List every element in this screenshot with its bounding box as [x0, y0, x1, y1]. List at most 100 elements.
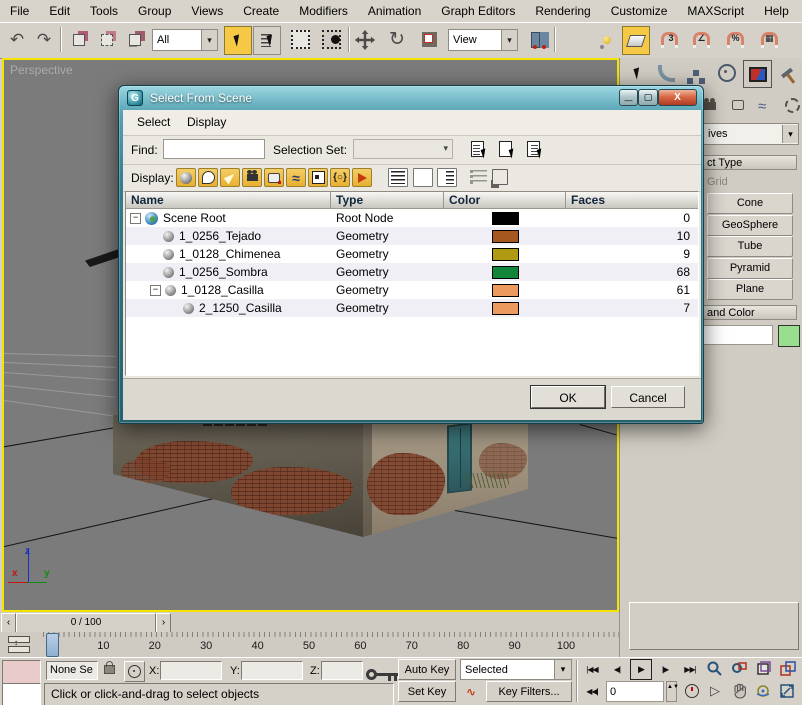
- object-type-rollout[interactable]: ct Type: [699, 155, 797, 170]
- y-coordinate-field[interactable]: [241, 661, 303, 680]
- house-model[interactable]: [113, 415, 528, 537]
- table-row[interactable]: −1_0128_CasillaGeometry61: [126, 281, 698, 299]
- menu-item-views[interactable]: Views: [181, 1, 233, 21]
- systems-category-icon[interactable]: [785, 98, 800, 116]
- window-crossing-toggle[interactable]: [318, 26, 344, 53]
- frame-spinner[interactable]: ▲▼: [666, 681, 677, 702]
- table-row[interactable]: 2_1250_CasillaGeometry7: [126, 299, 698, 317]
- undo-button[interactable]: ↶: [4, 26, 30, 53]
- create-geosphere-button[interactable]: GeoSphere: [707, 215, 793, 236]
- cancel-button[interactable]: Cancel: [611, 386, 685, 408]
- dialog-title-bar[interactable]: G Select From Scene — ▢ X: [119, 86, 703, 110]
- menu-item-customize[interactable]: Customize: [601, 1, 678, 21]
- zoom-extents-all-button[interactable]: [776, 659, 798, 679]
- tab-utilities[interactable]: [773, 60, 800, 86]
- column-header-name[interactable]: Name: [126, 192, 331, 208]
- time-slider-button[interactable]: 0 / 100: [16, 613, 156, 633]
- menu-item-rendering[interactable]: Rendering: [525, 1, 600, 21]
- trackbar-toggle-icon[interactable]: ↕: [8, 636, 30, 653]
- selection-filter-dropdown[interactable]: All ▾: [152, 29, 218, 51]
- hierarchy-view-icon[interactable]: [470, 170, 487, 184]
- snaps-toggle-button[interactable]: [622, 26, 650, 55]
- default-in-out-tangents-button[interactable]: ∿: [460, 681, 482, 702]
- tab-modify[interactable]: [653, 60, 680, 86]
- spacewarps-category-icon[interactable]: ≈: [758, 98, 766, 115]
- layer-view-icon[interactable]: [492, 169, 508, 185]
- select-and-manipulate-button[interactable]: [594, 26, 620, 53]
- menu-item-maxscript[interactable]: MAXScript: [677, 1, 754, 21]
- x-coordinate-field[interactable]: [160, 661, 222, 680]
- cameras-category-icon[interactable]: [704, 98, 716, 113]
- table-row[interactable]: −Scene RootRoot Node0: [126, 209, 698, 227]
- menu-item-graph-editors[interactable]: Graph Editors: [431, 1, 525, 21]
- maxscript-listener-pane[interactable]: [2, 683, 41, 705]
- minimize-button[interactable]: —: [619, 89, 638, 106]
- create-pyramid-button[interactable]: Pyramid: [707, 258, 793, 279]
- spinner-snap-toggle[interactable]: ▦: [756, 26, 782, 53]
- time-configuration-button[interactable]: [682, 684, 702, 702]
- display-helpers-toggle[interactable]: [264, 168, 284, 187]
- percent-snap-angle-toggle[interactable]: ∠: [688, 26, 714, 53]
- select-and-rotate-button[interactable]: ↻: [384, 26, 410, 53]
- tab-motion[interactable]: [713, 60, 740, 86]
- primitives-dropdown[interactable]: ives ▾: [699, 123, 799, 145]
- display-shapes-toggle[interactable]: [198, 168, 218, 187]
- helpers-category-icon[interactable]: [732, 98, 744, 113]
- ok-button[interactable]: OK: [531, 386, 605, 408]
- percent-snap-toggle[interactable]: %: [722, 26, 748, 53]
- current-frame-field[interactable]: [606, 681, 664, 702]
- timeline-ruler[interactable]: [42, 632, 619, 657]
- display-groups-toggle[interactable]: [308, 168, 328, 187]
- menu-item-file[interactable]: File: [0, 1, 39, 21]
- tab-hierarchy[interactable]: [682, 60, 709, 86]
- table-row[interactable]: 1_0256_SombraGeometry68: [126, 263, 698, 281]
- set-key-button[interactable]: Set Key: [398, 681, 456, 702]
- absolute-mode-toggle[interactable]: [124, 661, 145, 682]
- menu-item-animation[interactable]: Animation: [358, 1, 431, 21]
- menu-item-group[interactable]: Group: [128, 1, 181, 21]
- key-selection-dropdown[interactable]: Selected ▾: [460, 659, 572, 680]
- dialog-menu-display[interactable]: Display: [187, 115, 226, 129]
- name-color-rollout[interactable]: and Color: [699, 305, 797, 320]
- pan-view-button[interactable]: [728, 681, 750, 701]
- save-selection-set-button[interactable]: [466, 138, 488, 160]
- display-bones-toggle[interactable]: [352, 168, 372, 187]
- close-button[interactable]: X: [658, 89, 697, 106]
- select-from-set-button[interactable]: [494, 138, 516, 160]
- expander-icon[interactable]: −: [150, 285, 161, 296]
- display-xrefs-toggle[interactable]: {○}: [330, 168, 350, 187]
- table-row[interactable]: 1_0128_ChimeneaGeometry9: [126, 245, 698, 263]
- column-header-faces[interactable]: Faces: [566, 192, 698, 208]
- bind-to-spacewarp-button[interactable]: [122, 26, 148, 53]
- display-children-button[interactable]: [388, 168, 408, 187]
- macro-recorder-pane[interactable]: [2, 660, 41, 684]
- display-cameras-toggle[interactable]: [242, 168, 262, 187]
- object-name-field[interactable]: [699, 325, 773, 345]
- menu-item-create[interactable]: Create: [233, 1, 289, 21]
- display-geometry-toggle[interactable]: [176, 168, 196, 187]
- object-color-swatch[interactable]: [778, 325, 800, 347]
- menu-item-tools[interactable]: Tools: [80, 1, 128, 21]
- menu-item-modifiers[interactable]: Modifiers: [289, 1, 358, 21]
- table-row[interactable]: 1_0256_TejadoGeometry10: [126, 227, 698, 245]
- redo-button[interactable]: ↷: [31, 26, 57, 53]
- create-tube-button[interactable]: Tube: [707, 236, 793, 257]
- previous-frame-button[interactable]: ◀|: [606, 659, 628, 680]
- find-input[interactable]: [163, 139, 265, 159]
- expander-icon[interactable]: −: [130, 213, 141, 224]
- key-mode-toggle[interactable]: ◀◀|: [580, 681, 604, 702]
- display-spacewarps-toggle[interactable]: ≈: [286, 168, 306, 187]
- selection-lock-toggle[interactable]: [101, 661, 118, 680]
- go-to-end-button[interactable]: ▶▶|: [678, 659, 702, 680]
- field-of-view-button[interactable]: ▷: [704, 681, 726, 701]
- reference-coordinate-dropdown[interactable]: View ▾: [448, 29, 518, 51]
- zoom-extents-button[interactable]: [752, 659, 774, 679]
- dialog-menu-select[interactable]: Select: [137, 115, 170, 129]
- create-cone-button[interactable]: Cone: [707, 193, 793, 214]
- rectangular-selection-region-button[interactable]: [287, 26, 313, 53]
- angle-snap-toggle[interactable]: 3: [656, 26, 682, 53]
- display-none-button[interactable]: [413, 168, 433, 187]
- z-coordinate-field[interactable]: [321, 661, 363, 680]
- menu-item-help[interactable]: Help: [754, 1, 799, 21]
- selection-set-dropdown[interactable]: ▾: [353, 139, 453, 159]
